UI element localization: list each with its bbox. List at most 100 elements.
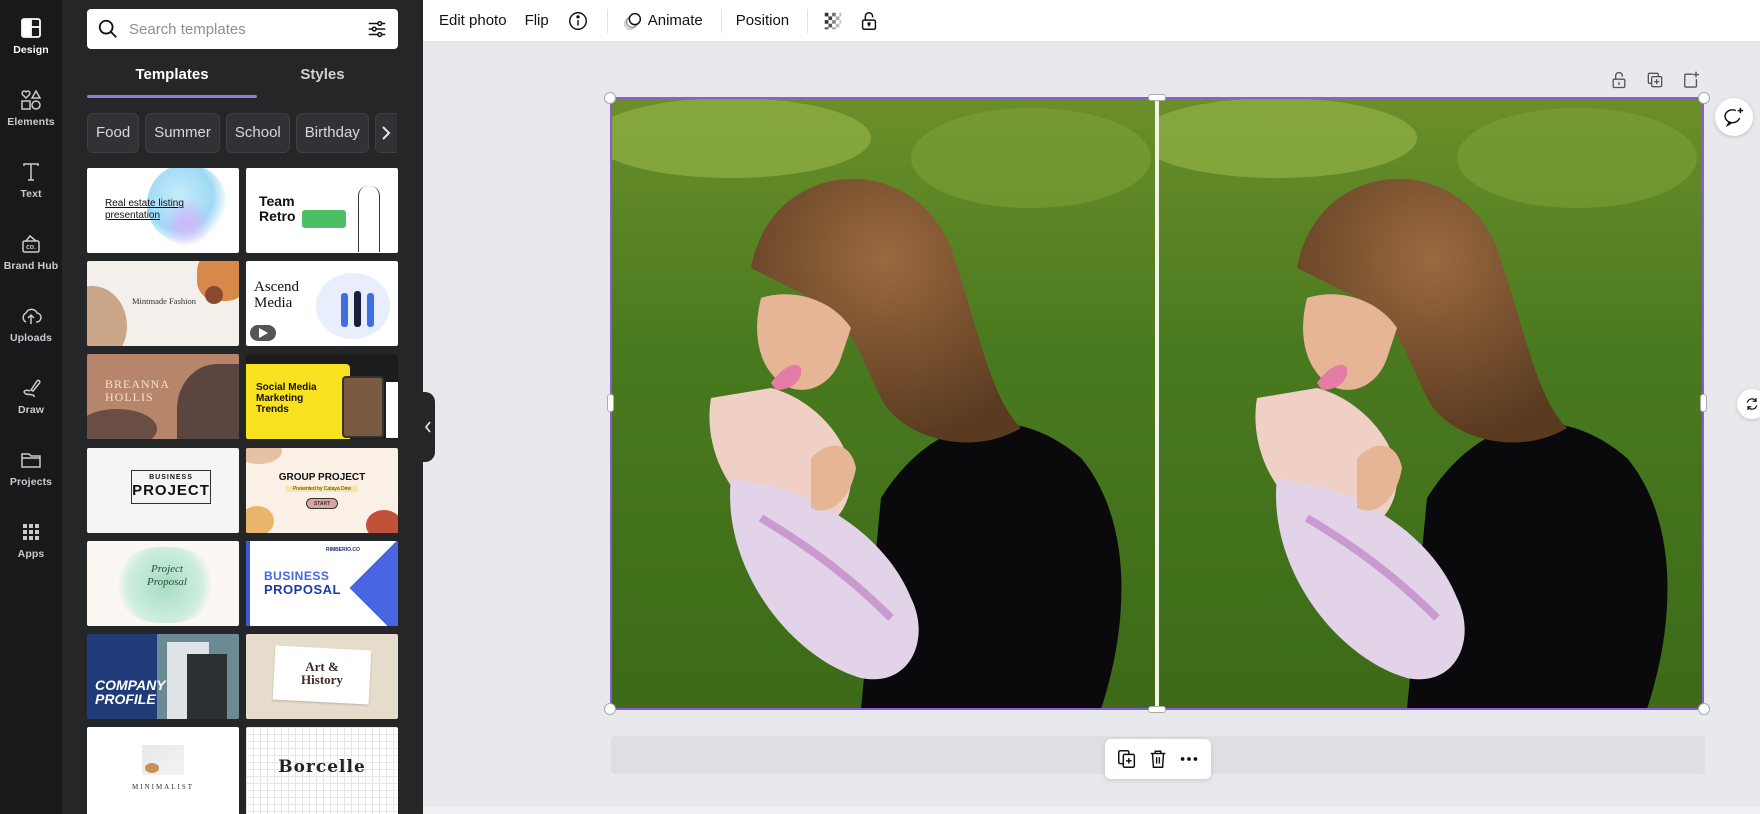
template-card[interactable]: Ascend Media bbox=[246, 261, 398, 346]
svg-text:CO.: CO. bbox=[26, 245, 36, 251]
rail-item-elements[interactable]: Elements bbox=[0, 72, 62, 144]
template-card[interactable]: Team Retro bbox=[246, 168, 398, 253]
category-chips: Food Summer School Birthday bbox=[87, 113, 398, 153]
shapes-icon bbox=[21, 89, 42, 110]
animate-circles-icon bbox=[623, 12, 641, 30]
rail-item-label: Apps bbox=[17, 548, 45, 560]
template-title-line2: PROJECT bbox=[132, 482, 210, 499]
resize-handle-bottom[interactable] bbox=[1148, 706, 1166, 713]
text-t-icon bbox=[23, 163, 39, 181]
rail-item-brand-hub[interactable]: CO. Brand Hub bbox=[0, 216, 62, 288]
chevron-left-icon bbox=[424, 421, 431, 433]
template-title-line2: PROPOSAL bbox=[264, 582, 341, 597]
page-context-menu bbox=[1105, 739, 1211, 779]
resize-handle-right[interactable] bbox=[1700, 394, 1707, 412]
rail-item-label: Brand Hub bbox=[3, 260, 59, 272]
template-card[interactable]: BREANNA HOLLIS bbox=[87, 354, 239, 439]
edit-photo-button[interactable]: Edit photo bbox=[439, 12, 507, 29]
chevron-right-icon bbox=[382, 126, 391, 140]
pen-draw-icon bbox=[23, 379, 41, 398]
resize-handle-top-right[interactable] bbox=[1698, 92, 1710, 104]
template-card[interactable]: Real estate listing presentation bbox=[87, 168, 239, 253]
rail-item-uploads[interactable]: Uploads bbox=[0, 288, 62, 360]
search-icon bbox=[98, 19, 117, 38]
tab-styles[interactable]: Styles bbox=[247, 60, 398, 98]
rail-item-design[interactable]: Design bbox=[0, 0, 62, 72]
animate-button[interactable]: Animate bbox=[622, 10, 703, 32]
template-card[interactable]: BUSINESS PROJECT bbox=[87, 448, 239, 533]
rotate-button[interactable] bbox=[1737, 389, 1760, 419]
trash-icon[interactable] bbox=[1147, 748, 1169, 770]
template-title: Ascend Media bbox=[254, 279, 299, 311]
resize-handle-top[interactable] bbox=[1148, 94, 1166, 101]
chip-food[interactable]: Food bbox=[87, 113, 140, 153]
template-card[interactable]: GROUP PROJECT Presented by Cataya Dew ST… bbox=[246, 448, 398, 533]
template-card[interactable]: MINIMALIST bbox=[87, 727, 239, 814]
transparency-checker-icon[interactable] bbox=[822, 10, 844, 32]
collapse-panel-button[interactable] bbox=[420, 392, 435, 462]
resize-handle-bottom-left[interactable] bbox=[604, 703, 616, 715]
template-card[interactable]: COMPANY PROFILE bbox=[87, 634, 239, 719]
info-icon[interactable] bbox=[567, 10, 589, 32]
toolbar-divider bbox=[606, 8, 608, 33]
photo-left[interactable] bbox=[611, 98, 1157, 709]
rail-item-label: Projects bbox=[9, 476, 53, 488]
rail-item-label: Text bbox=[20, 188, 42, 200]
unlock-icon[interactable] bbox=[858, 10, 880, 32]
brand-briefcase-icon: CO. bbox=[22, 234, 40, 253]
rail-item-draw[interactable]: Draw bbox=[0, 360, 62, 432]
template-title-line1: BUSINESS bbox=[264, 569, 330, 583]
animate-label: Animate bbox=[647, 12, 703, 29]
flip-button[interactable]: Flip bbox=[525, 12, 549, 29]
photo-gap-divider bbox=[1155, 98, 1159, 709]
footer-strip bbox=[423, 807, 1760, 814]
template-card[interactable]: RIMBERIO.CO BUSINESS PROPOSAL bbox=[246, 541, 398, 626]
template-title: Social Media Marketing Trends bbox=[256, 382, 317, 415]
template-title: BREANNA HOLLIS bbox=[105, 377, 170, 404]
unlock-page-icon[interactable] bbox=[1609, 70, 1629, 90]
template-title: Borcelle bbox=[278, 757, 366, 777]
template-title-line2: PROFILE bbox=[95, 691, 156, 707]
template-button: START bbox=[306, 498, 338, 509]
templates-panel: Templates Styles FoodSummerSchoolBirthda… bbox=[62, 0, 423, 814]
template-title: MINIMALIST bbox=[132, 783, 194, 791]
filter-sliders-icon[interactable] bbox=[366, 18, 388, 40]
template-card[interactable]: Mintmade Fashion bbox=[87, 261, 239, 346]
rail-item-projects[interactable]: Projects bbox=[0, 432, 62, 504]
tab-templates[interactable]: Templates bbox=[87, 60, 257, 98]
comment-add-icon bbox=[1724, 107, 1744, 128]
add-comment-button[interactable] bbox=[1715, 98, 1753, 136]
canva-editor: Design Elements Text CO. Brand Hub Uploa… bbox=[0, 0, 1760, 814]
folder-icon bbox=[21, 453, 41, 468]
template-card[interactable]: Borcelle bbox=[246, 727, 398, 814]
search-box bbox=[87, 9, 398, 49]
search-input[interactable] bbox=[129, 20, 366, 38]
position-button[interactable]: Position bbox=[736, 12, 789, 29]
chip-school[interactable]: School bbox=[225, 113, 290, 153]
chip-birthday[interactable]: Birthday bbox=[295, 113, 369, 153]
more-options-icon[interactable] bbox=[1178, 748, 1200, 770]
template-title: Project Proposal bbox=[147, 563, 187, 588]
rail-item-label: Design bbox=[13, 44, 49, 56]
template-card[interactable]: Art & History bbox=[246, 634, 398, 719]
rail-item-apps[interactable]: Apps bbox=[0, 504, 62, 576]
template-brand: RIMBERIO.CO bbox=[326, 547, 360, 553]
duplicate-icon[interactable] bbox=[1116, 748, 1138, 770]
resize-handle-left[interactable] bbox=[607, 394, 614, 412]
template-card[interactable]: Project Proposal bbox=[87, 541, 239, 626]
photo-right[interactable] bbox=[1157, 98, 1703, 709]
template-title-line1: BUSINESS bbox=[149, 474, 193, 481]
resize-handle-top-left[interactable] bbox=[604, 92, 616, 104]
duplicate-page-icon[interactable] bbox=[1645, 70, 1665, 90]
template-title: Real estate listing presentation bbox=[105, 198, 184, 221]
rotate-icon bbox=[1746, 398, 1758, 410]
add-page-icon[interactable] bbox=[1681, 70, 1701, 90]
chip-summer[interactable]: Summer bbox=[145, 113, 220, 153]
rail-item-text[interactable]: Text bbox=[0, 144, 62, 216]
template-card[interactable]: Social Media Marketing Trends bbox=[246, 354, 398, 439]
toolbar-divider bbox=[720, 8, 722, 33]
chips-scroll-right-button[interactable] bbox=[374, 113, 397, 153]
toolbar-divider bbox=[807, 8, 809, 33]
resize-handle-bottom-right[interactable] bbox=[1698, 703, 1710, 715]
rail-item-label: Elements bbox=[7, 116, 55, 128]
